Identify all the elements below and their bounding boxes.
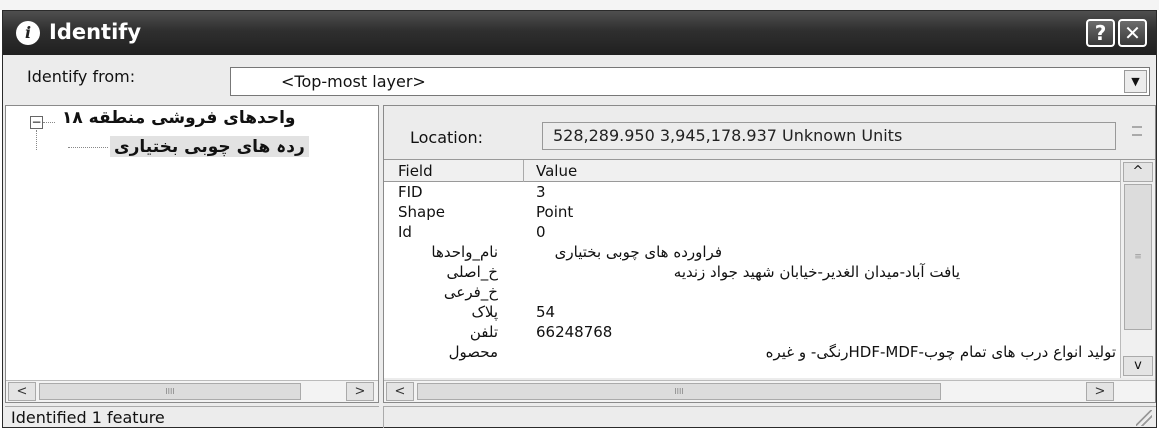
title-bar[interactable]: i Identify ? ✕ — [3, 11, 1156, 55]
value-cell: 0 — [536, 223, 546, 241]
tree-horizontal-scrollbar[interactable]: < IIII > — [6, 380, 378, 402]
identify-from-value: <Top-most layer> — [281, 72, 426, 91]
attribute-grid: Field Value FID 3 Shape Point Id 0 نام_و… — [384, 159, 1155, 378]
table-row[interactable]: نام_واحدها فراورده های چوبی بختیاری — [384, 242, 1120, 262]
close-button[interactable]: ✕ — [1118, 19, 1147, 47]
info-icon: i — [16, 21, 40, 45]
table-row[interactable]: FID 3 — [384, 182, 1120, 202]
grid-vertical-scrollbar[interactable]: ^ ≡ v — [1120, 160, 1155, 378]
field-cell: Shape — [398, 203, 445, 221]
status-text: Identified 1 feature — [5, 406, 379, 428]
value-column-header[interactable]: Value — [536, 162, 577, 180]
location-label: Location: — [410, 128, 484, 147]
chevron-down-icon[interactable]: ▼ — [1124, 70, 1147, 93]
tree-connector — [36, 130, 37, 150]
field-cell: خ_فرعی — [443, 283, 498, 301]
column-divider[interactable] — [523, 160, 524, 182]
table-row[interactable]: خ_فرعی — [384, 282, 1120, 302]
table-row[interactable]: Id 0 — [384, 222, 1120, 242]
grid-body: FID 3 Shape Point Id 0 نام_واحدها فراورد… — [384, 182, 1120, 362]
value-cell: تولید انواع درب های تمام چوب-HDF-MDFرنگی… — [765, 343, 1116, 361]
background-strip — [0, 0, 1159, 10]
tree-layer-node[interactable]: واحدهای فروشی منطقه ۱۸ — [62, 108, 296, 128]
attributes-pane: Location: 528,289.950 3,945,178.937 Unkn… — [383, 105, 1156, 403]
table-row[interactable]: خ_اصلی یافت آباد-میدان الغدیر-خیابان شهی… — [384, 262, 1120, 282]
value-cell: Point — [536, 203, 574, 221]
identify-from-label: Identify from: — [27, 67, 136, 86]
table-row[interactable]: Shape Point — [384, 202, 1120, 222]
window-title: Identify — [49, 20, 142, 44]
scroll-up-icon[interactable]: ^ — [1123, 162, 1153, 182]
field-cell: محصول — [448, 343, 498, 361]
resize-grip-icon[interactable] — [1136, 410, 1152, 426]
field-cell: Id — [398, 223, 412, 241]
table-row[interactable]: محصول تولید انواع درب های تمام چوب-HDF-M… — [384, 342, 1120, 362]
value-cell: 54 — [536, 303, 556, 321]
identify-window: i Identify ? ✕ Identify from: <Top-most … — [2, 10, 1157, 428]
scroll-right-icon[interactable]: > — [346, 382, 374, 401]
field-column-header[interactable]: Field — [398, 162, 433, 180]
help-button[interactable]: ? — [1086, 19, 1115, 47]
scroll-left-icon[interactable]: < — [8, 382, 36, 401]
grid-horizontal-scrollbar[interactable]: < IIII > — [384, 380, 1155, 402]
scroll-thumb[interactable]: IIII — [39, 383, 301, 400]
scroll-thumb[interactable]: ≡ — [1124, 184, 1152, 330]
table-row[interactable]: تلفن 66248768 — [384, 322, 1120, 342]
scroll-down-icon[interactable]: v — [1123, 356, 1153, 376]
status-bar — [383, 406, 1156, 428]
tree-connector — [68, 147, 108, 148]
table-row[interactable]: پلاک 54 — [384, 302, 1120, 322]
field-cell: خ_اصلی — [446, 263, 498, 281]
scroll-left-icon[interactable]: < — [386, 382, 414, 401]
tree-feature-node[interactable]: ردہ های چوبی بختیاری — [110, 136, 309, 157]
field-cell: پلاک — [471, 303, 498, 321]
grid-header: Field Value — [384, 160, 1120, 182]
identify-from-dropdown[interactable]: <Top-most layer> ▼ — [230, 67, 1150, 96]
scroll-thumb[interactable]: IIII — [417, 383, 941, 400]
field-cell: FID — [398, 183, 423, 201]
value-cell: فراورده های چوبی بختیاری — [554, 243, 722, 261]
value-cell: یافت آباد-میدان الغدیر-خیابان شهید جواد … — [673, 263, 960, 281]
collapse-icon[interactable]: − — [30, 116, 43, 129]
results-tree: − واحدهای فروشی منطقه ۱۸ ردہ های چوبی بخ… — [5, 105, 379, 403]
location-value: 528,289.950 3,945,178.937 Unknown Units — [542, 122, 1116, 150]
scroll-right-icon[interactable]: > — [1086, 382, 1114, 401]
value-cell: 66248768 — [536, 323, 613, 341]
tree-connector — [43, 122, 55, 123]
options-icon[interactable] — [1132, 126, 1142, 136]
value-cell: 3 — [536, 183, 546, 201]
field-cell: تلفن — [469, 323, 498, 341]
field-cell: نام_واحدها — [431, 243, 498, 261]
